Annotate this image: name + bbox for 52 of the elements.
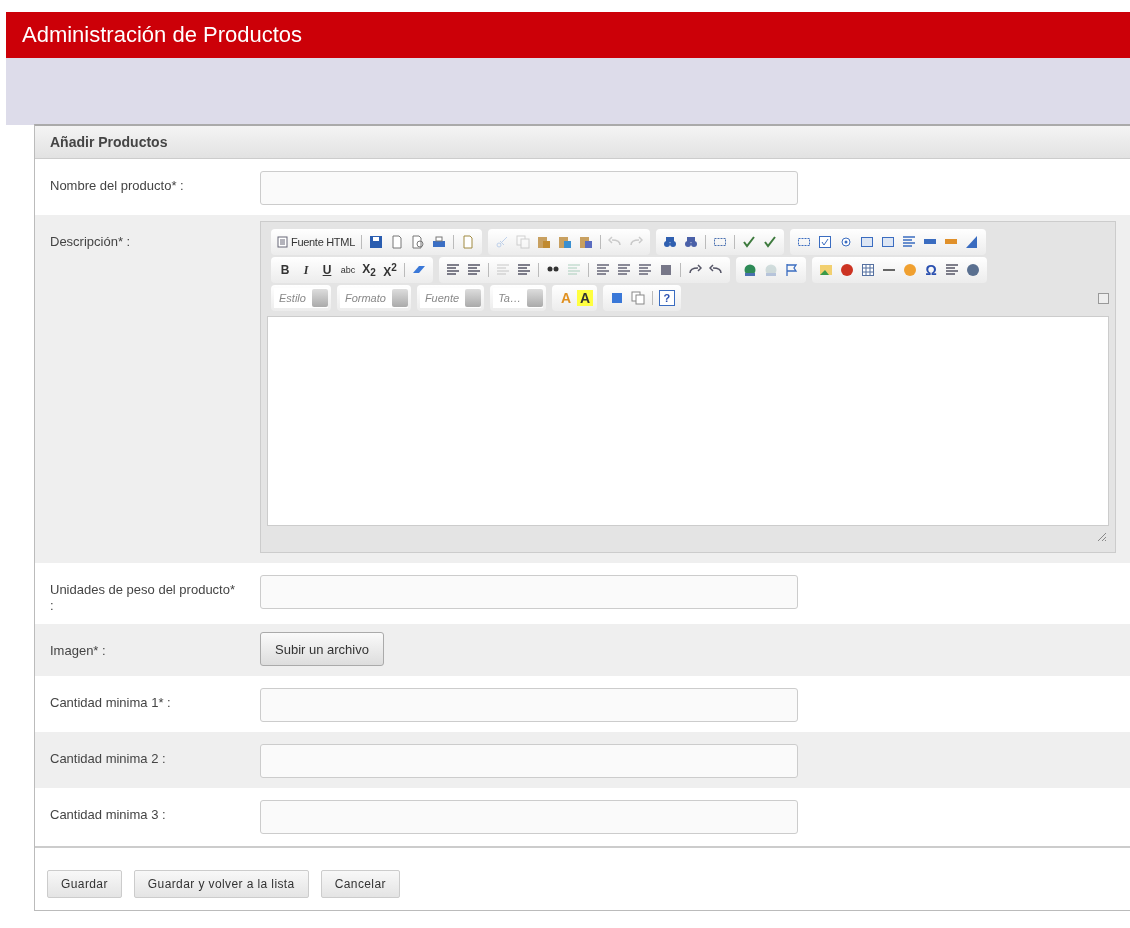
special-character-button[interactable]: Ω xyxy=(921,260,941,280)
resize-grip-icon[interactable] xyxy=(1097,532,1107,542)
dropdown[interactable]: Ta… xyxy=(493,288,543,308)
page-title: Administración de Productos xyxy=(22,22,303,48)
field-label: Cantidad minima 2 : xyxy=(50,750,167,767)
radio-icon[interactable] xyxy=(838,235,853,249)
table-icon[interactable] xyxy=(861,263,875,277)
checkbox-icon[interactable] xyxy=(817,235,832,249)
select-all-icon[interactable] xyxy=(712,235,727,249)
dropdown[interactable]: Formato xyxy=(339,288,408,308)
input-field[interactable] xyxy=(260,744,798,778)
input-field[interactable] xyxy=(260,688,798,722)
action-button[interactable]: Guardar y volver a la lista xyxy=(133,870,309,898)
dropdown[interactable]: Fuente xyxy=(419,288,482,308)
align-left-icon[interactable] xyxy=(596,263,610,277)
field-label: Descripción* : xyxy=(50,233,132,250)
background-color-button[interactable]: A xyxy=(576,290,593,306)
input-field[interactable] xyxy=(260,575,798,609)
format-button[interactable]: U xyxy=(317,260,337,280)
field-label: Cantidad minima 3 : xyxy=(50,806,167,823)
align-right-icon[interactable] xyxy=(638,263,652,277)
format-button[interactable]: I xyxy=(296,260,316,280)
collapse-toolbar-button[interactable] xyxy=(1098,293,1109,304)
dashed-box-icon[interactable] xyxy=(796,235,811,249)
action-button[interactable]: Cancelar xyxy=(320,870,400,898)
template-icon[interactable] xyxy=(460,235,475,249)
format-button[interactable]: B xyxy=(275,260,295,280)
field-label: Nombre del producto* : xyxy=(50,177,185,194)
input-field[interactable] xyxy=(260,171,798,205)
document-icon xyxy=(277,236,288,248)
format-button[interactable]: X$^{2}$ xyxy=(380,260,400,280)
blank-page-icon[interactable] xyxy=(389,235,404,249)
binoculars-icon[interactable] xyxy=(662,235,677,249)
format-button[interactable]: X$_{2}$ xyxy=(359,260,379,280)
format-button[interactable]: abc xyxy=(338,260,358,280)
field-label: Imagen* : xyxy=(50,642,107,659)
field-label: Cantidad minima 1* : xyxy=(50,694,172,711)
flag-icon[interactable] xyxy=(785,263,799,277)
panel-title: Añadir Productos xyxy=(50,134,168,150)
text-field-icon[interactable] xyxy=(859,235,874,249)
upload-button[interactable]: Subir un archivo xyxy=(260,632,384,666)
show-blocks-icon[interactable] xyxy=(630,291,645,305)
field-label: Unidades de peso del producto* : xyxy=(50,581,237,614)
page-magnifier-icon[interactable] xyxy=(410,235,425,249)
action-button[interactable]: Guardar xyxy=(47,870,122,898)
printer-icon[interactable] xyxy=(431,235,446,249)
text-area-icon[interactable] xyxy=(880,235,895,249)
input-field[interactable] xyxy=(260,800,798,834)
help-button[interactable]: ? xyxy=(658,290,675,306)
align-center-icon[interactable] xyxy=(617,263,631,277)
dropdown[interactable]: Estilo xyxy=(274,288,328,308)
image-icon[interactable] xyxy=(819,263,833,277)
